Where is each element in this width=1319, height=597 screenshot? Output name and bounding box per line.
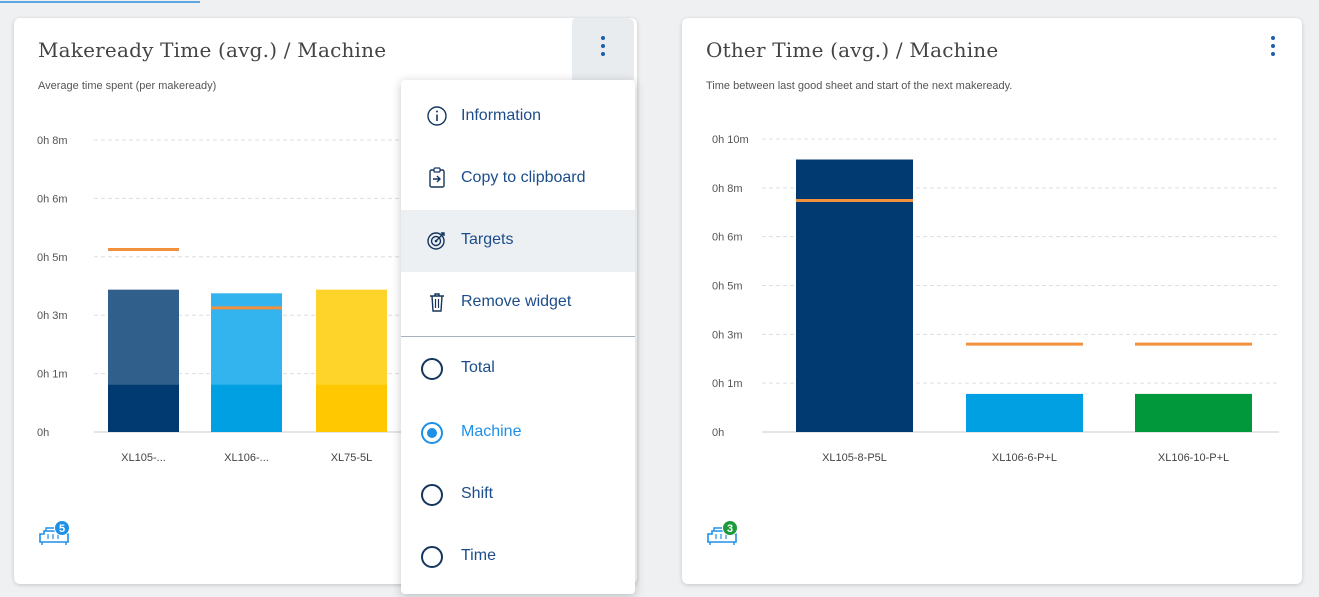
top-link-underline — [0, 0, 660, 6]
y-tick-label: 0h 3m — [37, 310, 68, 322]
y-tick-label: 0h 1m — [37, 369, 68, 381]
x-tick-label: XL75-5L — [331, 452, 373, 464]
radio-button-selected[interactable] — [421, 422, 443, 444]
x-tick-label: XL106-10-P+L — [1158, 452, 1229, 464]
y-tick-label: 0h — [37, 427, 49, 439]
y-tick-label: 0h 6m — [37, 193, 68, 205]
view-option-label: Time — [461, 547, 496, 564]
menu-item-targets[interactable]: Targets — [401, 210, 635, 272]
press-machine-icon[interactable]: 3 — [706, 520, 750, 548]
radio-button[interactable] — [421, 358, 443, 380]
menu-item-label: Copy to clipboard — [461, 169, 586, 186]
view-option-label: Total — [461, 359, 495, 376]
menu-item-label: Information — [461, 107, 542, 124]
radio-button[interactable] — [421, 546, 443, 568]
view-option-shift[interactable]: Shift — [401, 464, 635, 526]
view-option-machine[interactable]: Machine — [401, 402, 635, 464]
x-tick-label: XL105-... — [121, 452, 166, 464]
menu-item-label: Targets — [461, 231, 514, 248]
menu-divider — [401, 336, 635, 337]
target-icon — [427, 232, 445, 250]
view-option-time[interactable]: Time — [401, 526, 635, 588]
press-machine-icon[interactable]: 5 — [38, 520, 82, 548]
bar-upper-segment — [316, 289, 387, 385]
bar-lower-segment — [316, 384, 387, 432]
bar-upper-segment — [108, 289, 179, 385]
bar-lower-segment — [108, 384, 179, 432]
radio-button[interactable] — [421, 484, 443, 506]
machine-count-badge: 5 — [54, 520, 70, 536]
widget-context-menu: Information Copy to clipboard Targets Re… — [401, 80, 635, 594]
y-tick-label: 0h 5m — [712, 281, 743, 293]
bar — [1135, 393, 1252, 432]
y-tick-label: 0h 3m — [712, 329, 743, 341]
x-tick-label: XL105-8-P5L — [822, 452, 887, 464]
bar-lower-segment — [211, 384, 282, 432]
x-tick-label: XL106-6-P+L — [992, 452, 1057, 464]
clipboard-copy-icon — [429, 167, 445, 188]
trash-icon — [430, 293, 444, 312]
menu-item-copy-to-clipboard[interactable]: Copy to clipboard — [401, 148, 635, 210]
view-option-label: Machine — [461, 423, 522, 440]
menu-item-information[interactable]: Information — [401, 86, 635, 148]
other-time-widget: Other Time (avg.) / Machine Time between… — [682, 18, 1302, 584]
view-option-total[interactable]: Total — [401, 338, 635, 400]
machine-count-badge: 3 — [722, 520, 738, 536]
y-tick-label: 0h 8m — [37, 135, 68, 147]
bar — [966, 393, 1083, 432]
y-tick-label: 0h — [712, 427, 724, 439]
y-tick-label: 0h 8m — [712, 183, 743, 195]
menu-item-label: Remove widget — [461, 293, 572, 310]
y-tick-label: 0h 10m — [712, 134, 749, 146]
y-tick-label: 0h 1m — [712, 378, 743, 390]
y-tick-label: 0h 5m — [37, 252, 68, 264]
info-circle-icon — [427, 106, 447, 126]
y-tick-label: 0h 6m — [712, 232, 743, 244]
view-option-label: Shift — [461, 485, 494, 502]
other-time-bar-chart: 0h 0h 1m 0h 3m 0h 5m 0h 6m 0h 8m 0h 10m XL105-8… — [712, 134, 1279, 464]
menu-item-remove-widget[interactable]: Remove widget — [401, 272, 635, 334]
x-tick-label: XL106-... — [224, 452, 269, 464]
